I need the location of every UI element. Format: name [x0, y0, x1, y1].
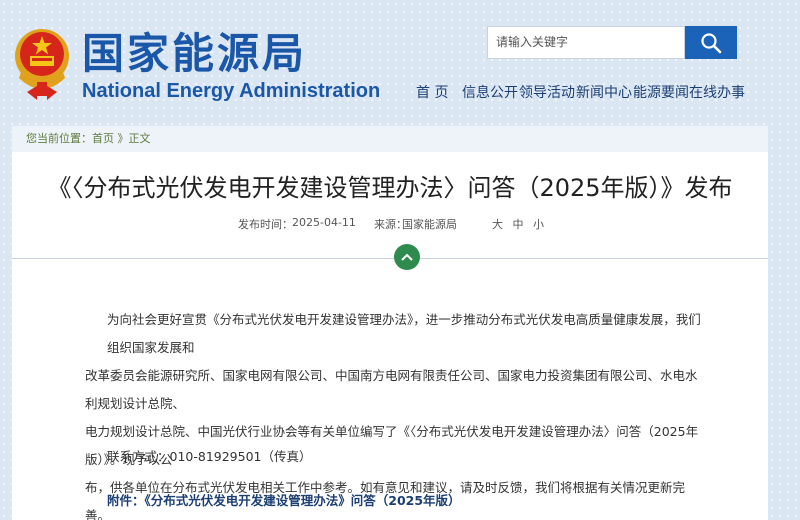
- paragraph-line: 改革委员会能源研究所、国家电网有限公司、中国南方电网有限责任公司、国家电力投资集…: [85, 368, 698, 411]
- search-icon: [701, 32, 722, 53]
- site-name-en: National Energy Administration: [82, 80, 381, 102]
- publish-date-label: 发布时间：: [238, 218, 293, 231]
- national-emblem-icon: [15, 29, 69, 100]
- font-size-switcher[interactable]: 大 中 小: [492, 216, 547, 232]
- nav-item-leadership[interactable]: 领导活动: [519, 82, 575, 102]
- nav-item-news[interactable]: 新闻中心: [576, 82, 632, 102]
- nav-item-energy-news[interactable]: 能源要闻: [633, 82, 689, 102]
- breadcrumb-home-link[interactable]: 首页: [92, 132, 114, 145]
- contact-info: 联系方式：010-81929501（传真）: [107, 449, 312, 464]
- article-container: 您当前位置：首页 》正文 《〈分布式光伏发电开发建设管理办法〉问答（2025年版…: [12, 126, 768, 520]
- collapse-button[interactable]: [394, 244, 420, 270]
- search-input[interactable]: 请输入关键字: [487, 26, 685, 59]
- article-title: 《〈分布式光伏发电开发建设管理办法〉问答（2025年版）》发布: [47, 174, 733, 202]
- article-body: 为向社会更好宣贯《分布式光伏发电开发建设管理办法》，进一步推动分布式光伏发电高质…: [85, 306, 705, 520]
- nav-item-info-disclosure[interactable]: 信息公开: [462, 82, 518, 102]
- attachment-link[interactable]: 附件：《分布式光伏发电开发建设管理办法》问答（2025年版）: [107, 490, 461, 509]
- publish-date: 2025-04-11: [292, 216, 356, 229]
- breadcrumb-prefix: 您当前位置：: [26, 132, 92, 145]
- source-value: 国家能源局: [402, 218, 457, 231]
- chevron-up-icon: [401, 253, 413, 261]
- site-header: 国家能源局 National Energy Administration 请输入…: [0, 0, 800, 120]
- breadcrumb-separator: 》: [114, 132, 129, 145]
- nav-item-online-services[interactable]: 在线办事: [689, 82, 745, 102]
- paragraph-line: 为向社会更好宣贯《分布式光伏发电开发建设管理办法》，进一步推动分布式光伏发电高质…: [107, 312, 701, 355]
- breadcrumb: 您当前位置：首页 》正文: [12, 126, 768, 152]
- search-button[interactable]: [685, 26, 737, 59]
- divider: [12, 258, 768, 259]
- site-name-cn: 国家能源局: [82, 29, 308, 78]
- breadcrumb-current: 正文: [128, 132, 151, 145]
- nav-item-home[interactable]: 首 页: [416, 82, 448, 102]
